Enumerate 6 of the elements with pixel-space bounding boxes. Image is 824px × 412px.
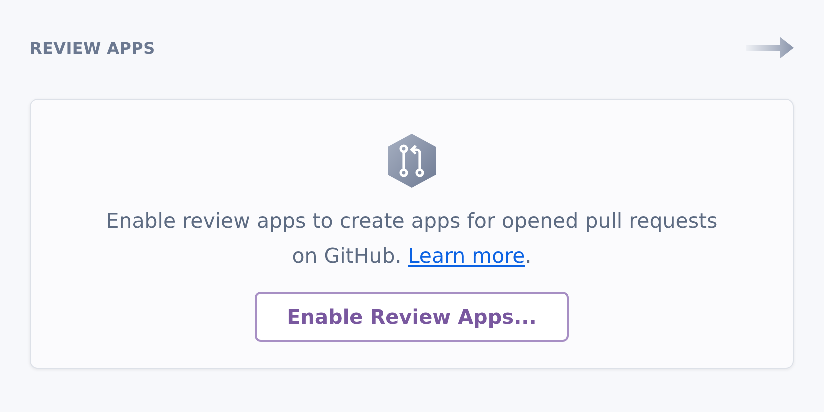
pull-request-icon (386, 133, 438, 189)
arrow-icon[interactable] (746, 37, 794, 59)
learn-more-link[interactable]: Learn more (408, 244, 526, 268)
section-title: REVIEW APPS (30, 38, 156, 58)
enable-review-apps-button[interactable]: Enable Review Apps... (255, 292, 569, 342)
review-apps-description: Enable review apps to create apps for opened pull requests on GitHub. Learn more. (105, 208, 719, 270)
